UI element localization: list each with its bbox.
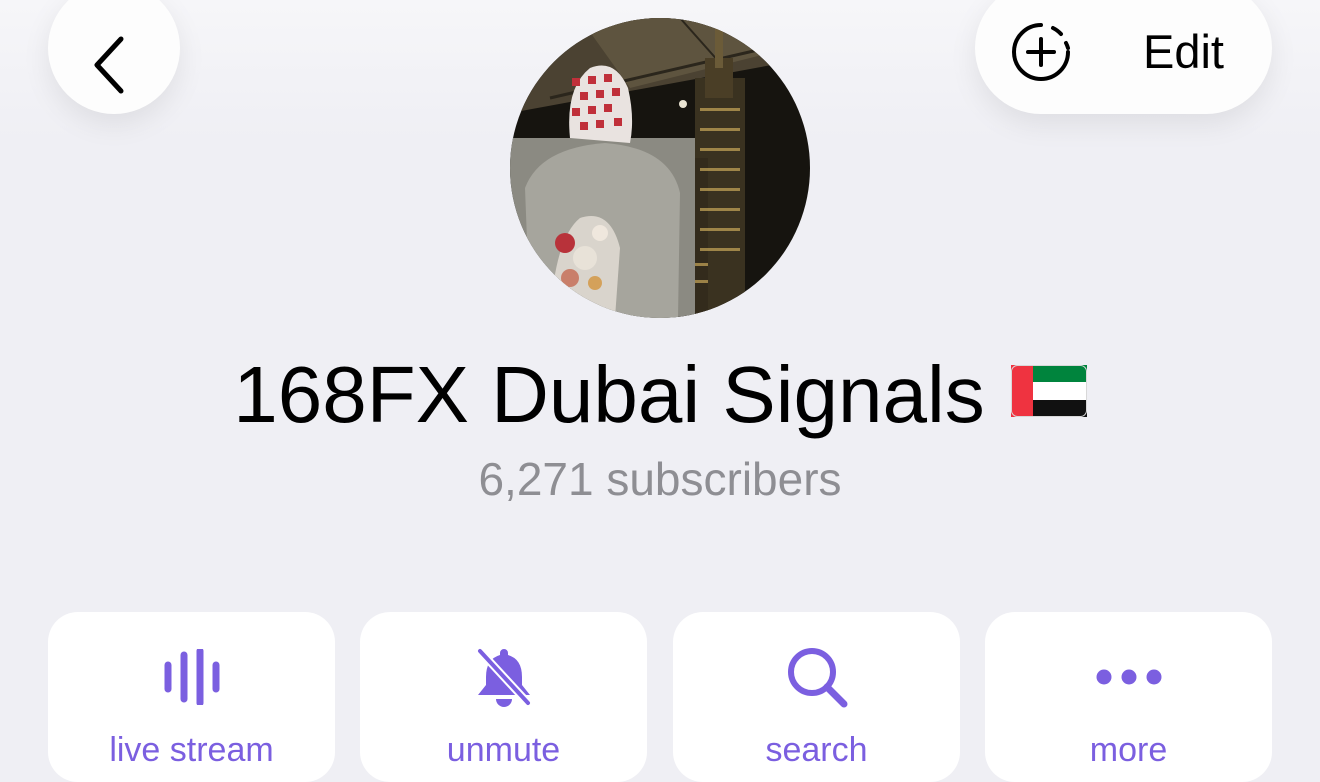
live-stream-icon bbox=[164, 649, 219, 705]
unmute-label: unmute bbox=[446, 731, 561, 769]
bell-slash-icon bbox=[475, 647, 532, 707]
chevron-left-icon bbox=[94, 36, 124, 94]
channel-name: 168FX Dubai Signals bbox=[233, 350, 985, 439]
more-dots-icon bbox=[1096, 669, 1161, 685]
more-button[interactable]: more bbox=[985, 612, 1272, 782]
unmute-button[interactable]: unmute bbox=[360, 612, 647, 782]
header-actions: Edit bbox=[975, 0, 1272, 114]
more-label: more bbox=[1089, 731, 1168, 769]
channel-title-row: 168FX Dubai Signals bbox=[0, 350, 1320, 440]
search-button[interactable]: search bbox=[673, 612, 960, 782]
edit-button[interactable]: Edit bbox=[1143, 22, 1224, 82]
subscriber-count: 6,271 subscribers bbox=[478, 453, 842, 505]
avatar[interactable] bbox=[510, 18, 810, 318]
add-story-icon[interactable] bbox=[1011, 22, 1071, 82]
live-stream-button[interactable]: live stream bbox=[48, 612, 335, 782]
search-label: search bbox=[765, 731, 868, 769]
uae-flag-icon bbox=[1010, 365, 1087, 417]
search-icon bbox=[787, 648, 847, 708]
live-stream-label: live stream bbox=[109, 731, 274, 769]
